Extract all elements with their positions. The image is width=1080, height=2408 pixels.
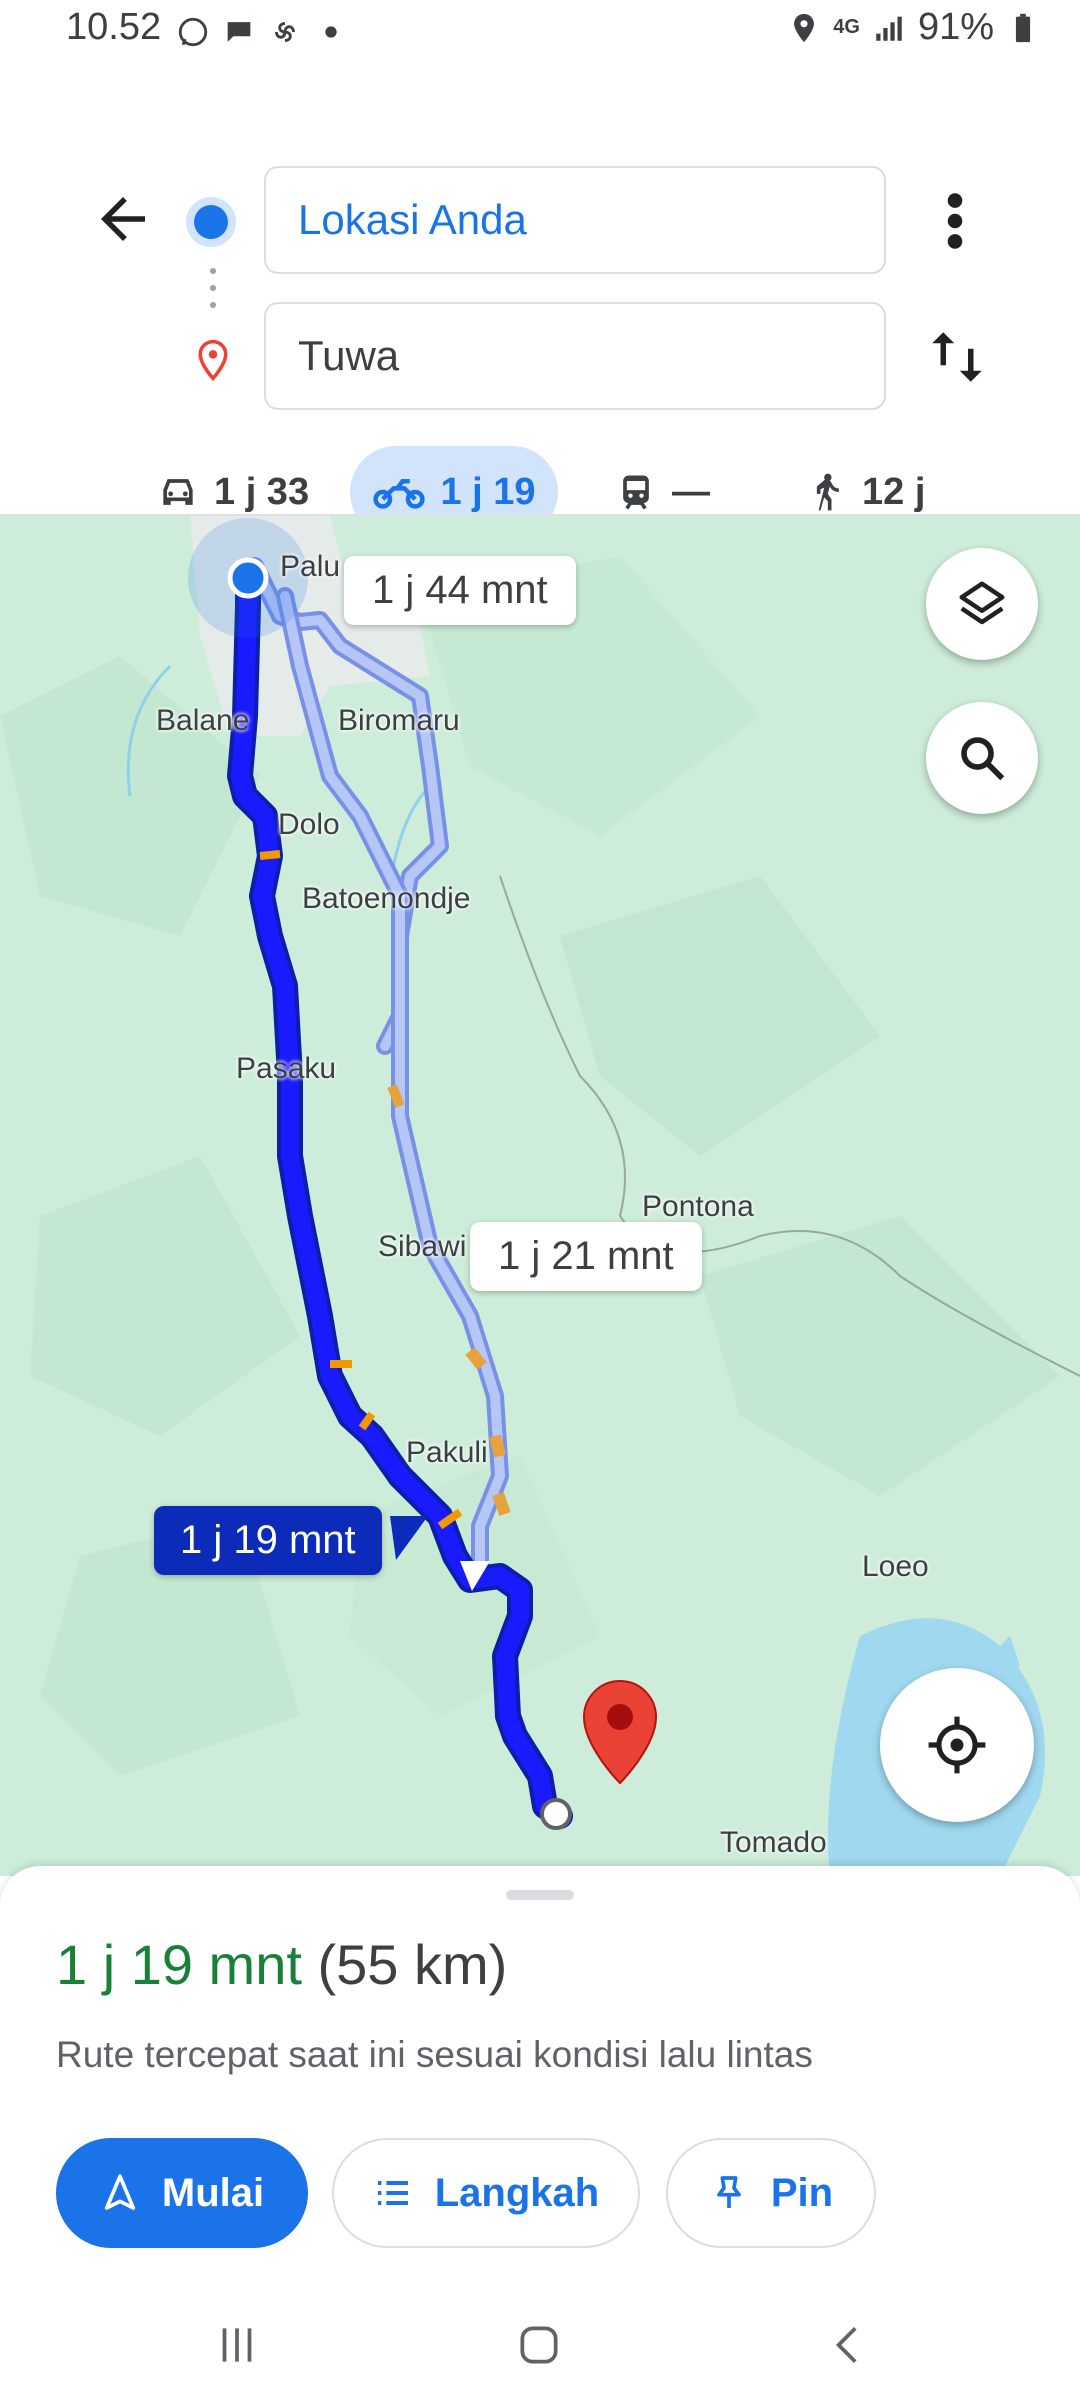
route-callout-alt2[interactable]: 1 j 21 mnt — [470, 1222, 702, 1291]
place-label: Loeo — [862, 1550, 929, 1583]
tab-transit-label: — — [672, 470, 710, 513]
battery-icon — [1015, 13, 1031, 42]
place-label: Palu — [280, 550, 341, 583]
network-type: 4G — [833, 16, 860, 38]
walking-icon — [816, 473, 839, 511]
pushpin-icon — [717, 2176, 741, 2208]
signal-icon — [876, 16, 902, 41]
place-label: Tomado — [720, 1826, 827, 1859]
start-button-label: Mulai — [161, 2170, 265, 2215]
status-bar: 10.52 4G 91% — [0, 0, 1080, 68]
drag-handle[interactable] — [506, 1890, 574, 1900]
recent-apps-icon[interactable] — [212, 2320, 262, 2370]
route-summary-sheet: 1 j 19 mnt (55 km) Rute tercepat saat in… — [0, 1866, 1080, 2280]
swap-icon[interactable] — [924, 322, 990, 392]
status-time: 10.52 — [66, 6, 162, 48]
start-button[interactable]: Mulai — [56, 2138, 308, 2248]
notification-icons — [176, 12, 348, 52]
tab-car-label: 1 j 33 — [214, 470, 310, 513]
my-location-button[interactable] — [880, 1668, 1034, 1822]
layers-icon — [959, 581, 1005, 625]
directions-header: Lokasi Anda Tuwa 1 j 33 1 j 19 — 12 j — [0, 68, 1080, 538]
pin-button[interactable]: Pin — [666, 2138, 876, 2248]
search-icon — [961, 737, 1005, 781]
battery-level: 91% — [917, 6, 994, 48]
whatsapp-icon — [178, 17, 208, 47]
pin-button-label: Pin — [770, 2170, 834, 2215]
tab-walk-label: 12 j — [862, 470, 926, 513]
home-icon[interactable] — [514, 2320, 564, 2370]
place-label: Dolo — [278, 808, 340, 841]
layers-button[interactable] — [926, 548, 1038, 660]
status-right: 4G 91% — [787, 6, 1040, 49]
route-callout-selected[interactable]: 1 j 19 mnt — [154, 1506, 382, 1575]
destination-pin-icon — [198, 339, 228, 382]
system-back-icon[interactable] — [824, 2320, 874, 2370]
route-connector-dots — [210, 268, 216, 312]
place-label: Pontona — [642, 1190, 754, 1223]
chat-icon — [227, 22, 251, 42]
origin-input[interactable]: Lokasi Anda — [264, 166, 886, 274]
place-label: Biromaru — [338, 704, 460, 737]
route-description: Rute tercepat saat ini sesuai kondisi la… — [56, 2034, 813, 2075]
navigation-arrow-icon — [104, 2174, 136, 2210]
route-callout-alt1[interactable]: 1 j 44 mnt — [344, 556, 576, 625]
search-along-route-button[interactable] — [926, 702, 1038, 814]
location-icon — [794, 13, 815, 42]
crosshair-icon — [928, 1716, 986, 1774]
route-duration: 1 j 19 mnt — [56, 1933, 302, 1996]
list-icon — [377, 2181, 408, 2205]
pinwheel-icon — [275, 22, 295, 42]
place-label: Pakuli — [406, 1436, 488, 1469]
map-view[interactable]: Palu Balane Biromaru Dolo Batoenondje Pa… — [0, 514, 1080, 1876]
destination-input[interactable]: Tuwa — [264, 302, 886, 410]
route-distance: (55 km) — [317, 1933, 508, 1996]
place-label: Balane — [156, 704, 250, 737]
train-icon — [623, 475, 649, 510]
origin-dot-icon — [194, 205, 228, 239]
route-end-marker — [540, 1798, 572, 1830]
route-summary: 1 j 19 mnt (55 km) — [56, 1932, 507, 1997]
car-icon — [163, 479, 193, 505]
destination-marker — [582, 1679, 658, 1785]
system-navigation-bar — [0, 2280, 1080, 2408]
origin-marker — [227, 557, 269, 599]
motorcycle-icon — [373, 478, 426, 509]
dot-icon — [325, 26, 337, 38]
steps-button-label: Langkah — [434, 2170, 600, 2215]
place-label: Batoenondje — [302, 882, 471, 915]
place-label: Pasaku — [236, 1052, 337, 1085]
back-arrow-icon[interactable] — [90, 186, 156, 252]
tab-motorcycle-label: 1 j 19 — [440, 470, 536, 513]
place-label: Sibawi — [378, 1230, 467, 1263]
more-options-icon[interactable] — [940, 186, 970, 256]
steps-button[interactable]: Langkah — [332, 2138, 640, 2248]
